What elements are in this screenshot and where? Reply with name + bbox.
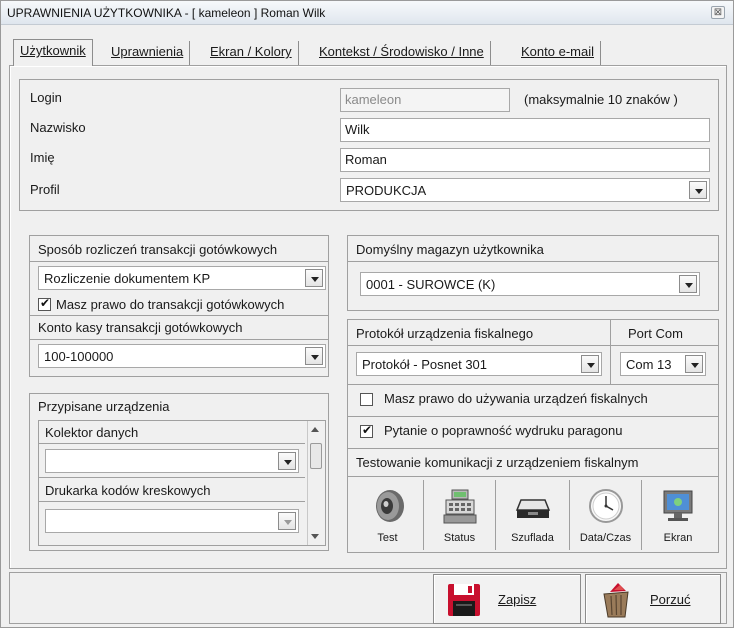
tab-kontekst[interactable]: Kontekst / Środowisko / Inne	[313, 41, 491, 65]
cancel-label: Porzuć	[650, 592, 691, 607]
test-label: Test	[377, 532, 398, 544]
settlement-title: Sposób rozliczeń transakcji gotówkowych	[38, 242, 278, 257]
drawer-button[interactable]: Szuflada	[496, 480, 570, 550]
barcode-select[interactable]	[45, 509, 299, 533]
permissions-window: UPRAWNIENIA UŻYTKOWNIKA - [ kameleon ] R…	[0, 0, 734, 628]
port-value: Com 13	[626, 357, 672, 372]
speaker-icon	[375, 490, 404, 522]
chevron-down-icon[interactable]	[278, 512, 296, 530]
devices-scrollbar[interactable]	[307, 421, 324, 545]
chevron-down-icon[interactable]	[679, 275, 697, 293]
screen-label: Ekran	[663, 532, 693, 544]
tab-uzytkownik[interactable]: Użytkownik	[13, 39, 93, 66]
tab-ekran-kolory[interactable]: Ekran / Kolory	[204, 41, 299, 65]
test-button[interactable]: Test	[352, 480, 424, 550]
login-field[interactable]: kameleon	[340, 88, 510, 112]
divider	[348, 416, 718, 417]
fiscal-use-checkbox[interactable]	[360, 393, 373, 406]
account-value: 100-100000	[44, 349, 114, 364]
test-title: Testowanie komunikacji z urządzeniem fis…	[356, 455, 639, 470]
cancel-button[interactable]: Porzuć	[585, 574, 721, 624]
settlement-value: Rozliczenie dokumentem KP	[44, 271, 211, 286]
protocol-select[interactable]: Protokół - Posnet 301	[356, 352, 602, 376]
scroll-thumb[interactable]	[310, 443, 322, 469]
save-button[interactable]: Zapisz	[433, 574, 581, 624]
fiscal-use-label: Masz prawo do używania urządzeń fiskalny…	[384, 391, 648, 406]
chevron-down-icon[interactable]	[689, 181, 707, 199]
devices-list: Kolektor danych Drukarka kodów kreskowyc…	[38, 420, 326, 546]
scroll-down-icon[interactable]	[311, 534, 319, 539]
divider	[610, 320, 611, 384]
collector-select[interactable]	[45, 449, 299, 473]
assigned-devices-group: Przypisane urządzenia Kolektor danych Dr…	[29, 393, 329, 551]
fiscal-test-toolbar: Test Status Szuflada Data/Czas Ekran	[352, 480, 714, 550]
floppy-disk-icon	[448, 584, 480, 616]
account-select[interactable]: 100-100000	[38, 344, 326, 368]
collector-label: Kolektor danych	[45, 425, 139, 440]
devices-title: Przypisane urządzenia	[38, 399, 170, 414]
divider	[30, 339, 328, 340]
datetime-label: Data/Czas	[579, 532, 632, 544]
drawer-icon	[515, 499, 550, 518]
profile-value: PRODUKCJA	[346, 183, 427, 198]
cash-settlement-group: Sposób rozliczeń transakcji gotówkowych …	[29, 235, 329, 377]
port-title: Port Com	[628, 326, 683, 341]
profile-select[interactable]: PRODUKCJA	[340, 178, 710, 202]
settlement-select[interactable]: Rozliczenie dokumentem KP	[38, 266, 326, 290]
receipt-ask-label: Pytanie o poprawność wydruku paragonu	[384, 423, 623, 438]
chevron-down-icon[interactable]	[278, 452, 296, 470]
title-bar: UPRAWNIENIA UŻYTKOWNIKA - [ kameleon ] R…	[1, 1, 733, 25]
tab-uprawnienia[interactable]: Uprawnienia	[105, 41, 191, 65]
divider	[39, 443, 305, 444]
warehouse-group: Domyślny magazyn użytkownika 0001 - SURO…	[347, 235, 719, 311]
close-icon[interactable]: ⊠	[711, 6, 725, 19]
tab-konto-email[interactable]: Konto e-mail	[515, 41, 601, 65]
divider	[348, 476, 718, 477]
port-select[interactable]: Com 13	[620, 352, 706, 376]
receipt-ask-checkbox[interactable]	[360, 423, 373, 438]
divider	[30, 261, 328, 262]
name-label: Imię	[30, 150, 55, 165]
screen-button[interactable]: Ekran	[642, 480, 714, 550]
divider	[348, 261, 718, 262]
profile-label: Profil	[30, 182, 60, 197]
divider	[348, 345, 718, 346]
divider	[39, 477, 305, 478]
chevron-down-icon[interactable]	[581, 355, 599, 373]
surname-field[interactable]: Wilk	[340, 118, 710, 142]
cash-right-label: Masz prawo do transakcji gotówkowych	[56, 297, 285, 312]
divider	[348, 448, 718, 449]
protocol-value: Protokół - Posnet 301	[362, 357, 488, 372]
trash-bin-icon	[603, 583, 629, 618]
divider	[39, 501, 305, 502]
window-title: UPRAWNIENIA UŻYTKOWNIKA - [ kameleon ] R…	[7, 6, 326, 20]
barcode-label: Drukarka kodów kreskowych	[45, 483, 211, 498]
name-field[interactable]: Roman	[340, 148, 710, 172]
clock-icon	[588, 489, 623, 523]
drawer-label: Szuflada	[511, 532, 554, 544]
save-label: Zapisz	[498, 592, 537, 607]
protocol-title: Protokół urządzenia fiskalnego	[356, 326, 534, 341]
cash-register-icon	[443, 489, 476, 524]
fiscal-group: Protokół urządzenia fiskalnego Port Com …	[347, 319, 719, 553]
user-section: Login kameleon (maksymalnie 10 znaków ) …	[19, 79, 719, 211]
cash-right-checkbox[interactable]	[38, 296, 51, 311]
status-label: Status	[443, 532, 476, 544]
chevron-down-icon[interactable]	[305, 347, 323, 365]
surname-label: Nazwisko	[30, 120, 86, 135]
warehouse-title: Domyślny magazyn użytkownika	[356, 242, 544, 257]
login-label: Login	[30, 90, 62, 105]
login-hint: (maksymalnie 10 znaków )	[524, 92, 678, 107]
warehouse-select[interactable]: 0001 - SUROWCE (K)	[360, 272, 700, 296]
divider	[348, 384, 718, 385]
warehouse-value: 0001 - SUROWCE (K)	[366, 277, 496, 292]
chevron-down-icon[interactable]	[685, 355, 703, 373]
chevron-down-icon[interactable]	[305, 269, 323, 287]
status-button[interactable]: Status	[424, 480, 496, 550]
divider	[30, 315, 328, 316]
monitor-icon	[663, 490, 693, 521]
scroll-up-icon[interactable]	[311, 427, 319, 432]
datetime-button[interactable]: Data/Czas	[570, 480, 642, 550]
account-title: Konto kasy transakcji gotówkowych	[38, 320, 243, 335]
